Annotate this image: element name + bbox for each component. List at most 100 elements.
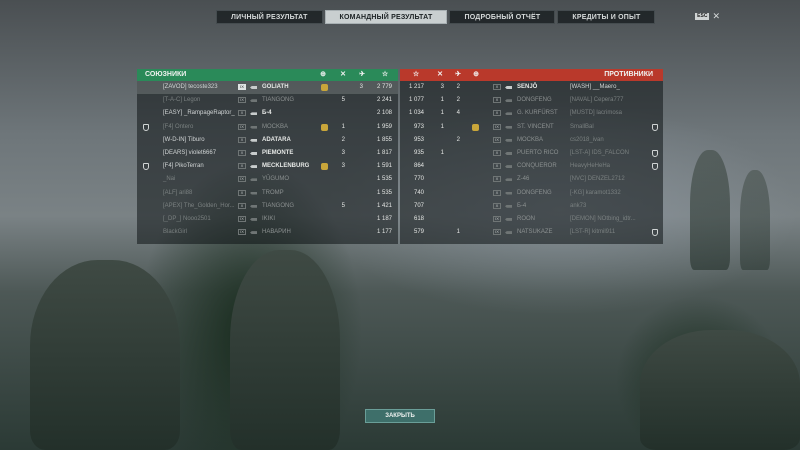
ship-name: MOCKBA	[517, 136, 544, 143]
ally-player-row[interactable]: [ZAVOD] tecoste323 IX GOLIATH 3 2 779	[137, 81, 398, 95]
ships-destroyed: 1	[440, 97, 444, 104]
tier-badge: X	[493, 110, 501, 117]
ship-class-icon	[250, 151, 260, 156]
close-button[interactable]: ЗАКРЫТЬ	[365, 409, 435, 423]
player-name: [NVC] DENZEL2712	[570, 176, 625, 183]
tab-detailed-report[interactable]: ПОДРОБНЫЙ ОТЧЁТ	[449, 10, 556, 24]
ship-class-icon	[250, 177, 260, 182]
close-icon[interactable]: ✕	[712, 12, 720, 21]
enemy-player-row[interactable]: 1 217 3 2 X SENJŌ [WASH] __Maero_	[400, 81, 663, 94]
ally-player-row[interactable]: [APEX] The_Golden_Hor... X TIANGONG 5 1 421	[137, 200, 398, 213]
planes-destroyed-column-icon: ✈	[359, 71, 365, 78]
ships-destroyed: 1	[440, 110, 444, 117]
ally-player-row[interactable]: _Nai IX YŪGUMO 1 535	[137, 173, 398, 186]
enemy-player-row[interactable]: 953 2 IX MOCKBA cs2018_ivan	[400, 134, 663, 147]
base-experience: 1 217	[408, 84, 424, 90]
background-rock	[30, 260, 180, 450]
ships-destroyed-column-icon: ✕	[437, 71, 443, 78]
base-experience: 1 959	[376, 123, 392, 130]
tier-badge: X	[238, 149, 246, 156]
base-experience: 770	[413, 176, 424, 183]
tier-badge: X	[238, 136, 246, 143]
ally-player-row[interactable]: [W-D-IN] Tiburo X ADATARA 2 1 855	[137, 134, 398, 147]
player-name: [LST-R] kitmil911	[570, 229, 616, 236]
ship-name: ROON	[517, 215, 535, 222]
ship-name: G. KURFÜRST	[517, 110, 558, 117]
ship-class-icon	[250, 111, 260, 116]
ship-class-icon	[505, 138, 515, 143]
enemy-player-row[interactable]: 579 1 IX NATSUKAZE [LST-R] kitmil911	[400, 226, 663, 239]
ship-class-icon	[505, 177, 515, 182]
ally-player-row[interactable]: [DEARS] violet6667 X PIEMONTE 3 1 817	[137, 147, 398, 160]
player-name: [LST-A] IDS_FALCON	[570, 149, 630, 156]
ship-class-icon	[505, 98, 515, 103]
ship-name: ADATARA	[262, 136, 291, 143]
enemy-player-row[interactable]: 707 X Б-4 ank73	[400, 200, 663, 213]
tab-credits-and-xp[interactable]: КРЕДИТЫ И ОПЫТ	[557, 10, 656, 24]
enemy-player-row[interactable]: 740 X DONGFENG [-KG] karamot1332	[400, 187, 663, 200]
base-experience: 1 077	[408, 97, 424, 104]
tier-badge: IX	[493, 215, 501, 222]
ship-name: TIANGONG	[262, 202, 295, 209]
tab-personal-result[interactable]: ЛИЧНЫЙ РЕЗУЛЬТАТ	[216, 10, 323, 24]
base-experience: 1 421	[376, 202, 392, 209]
tier-badge: X	[238, 110, 246, 117]
tab-team-result[interactable]: КОМАНДНЫЙ РЕЗУЛЬТАТ	[324, 10, 448, 24]
division-icon	[652, 163, 658, 171]
ships-destroyed: 1	[341, 123, 345, 130]
enemy-player-row[interactable]: 1 034 1 4 X G. KURFÜRST [MUSTD] lacrimosa	[400, 107, 663, 120]
division-icon	[143, 123, 149, 131]
enemy-player-row[interactable]: 618 IX ROON [DEMON] NOtbing_idtr...	[400, 213, 663, 226]
player-name: [APEX] The_Golden_Hor...	[163, 202, 235, 209]
ship-class-icon	[505, 85, 515, 90]
enemies-panel: ☆ ✕ ✈ ⊕ ПРОТИВНИКИ 1 217 3 2 X SENJŌ [WASH] _…	[400, 69, 663, 244]
tier-badge: X	[493, 202, 501, 209]
enemy-player-row[interactable]: 864 X CONQUEROR HeavyHeHeHa	[400, 160, 663, 173]
ship-class-icon	[250, 98, 260, 103]
tier-badge: IX	[238, 215, 246, 222]
ship-name: SENJŌ	[517, 84, 538, 90]
ally-player-row[interactable]: [EASY] _RampageRaptor_ X Б-4 2 108	[137, 107, 398, 120]
ship-class-icon	[250, 138, 260, 143]
ship-name: DONGFENG	[517, 189, 552, 196]
ally-player-row[interactable]: [F4] PikoTerran X MECKLENBURG 3 1 591	[137, 160, 398, 173]
esc-key-badge: ESC	[695, 13, 710, 20]
planes-destroyed: 4	[456, 110, 460, 117]
planes-destroyed: 3	[359, 84, 363, 90]
enemy-player-row[interactable]: 935 1 X PUERTO RICO [LST-A] IDS_FALCON	[400, 147, 663, 160]
base-experience: 2 241	[376, 97, 392, 104]
player-name: SmallBal	[570, 123, 594, 130]
ship-class-icon	[250, 85, 260, 90]
player-name: [DEARS] violet6667	[163, 149, 217, 156]
enemy-player-row[interactable]: 770 X Z-46 [NVC] DENZEL2712	[400, 173, 663, 186]
player-name: [T-A-C] Legon	[163, 97, 201, 104]
tier-badge: IX	[493, 229, 501, 236]
background-rock	[230, 250, 340, 450]
ship-class-icon	[505, 204, 515, 209]
player-name: [ALF] ari88	[163, 189, 193, 196]
base-experience: 953	[413, 136, 424, 143]
ally-player-row[interactable]: [T-A-C] Legon IX TIANGONG 5 2 241	[137, 94, 398, 107]
ship-class-icon	[250, 191, 260, 196]
player-name: [-KG] karamot1332	[570, 189, 621, 196]
ally-player-row[interactable]: [ALF] ari88 X TROMP 1 535	[137, 187, 398, 200]
medal-icon	[321, 123, 328, 131]
allies-header: СОЮЗНИКИ ⊕ ✕ ✈ ☆	[137, 69, 398, 81]
enemies-list: 1 217 3 2 X SENJŌ [WASH] __Maero_ 1 077 1 2 X DONG…	[400, 81, 663, 239]
ship-name: Z-46	[517, 176, 530, 183]
ship-class-icon	[505, 191, 515, 196]
enemy-player-row[interactable]: 1 077 1 2 X DONGFENG [NAVAL] Cepera777	[400, 94, 663, 107]
esc-close[interactable]: ESC ✕	[695, 12, 720, 21]
ally-player-row[interactable]: [F4] Ontero IX MOCKBA 1 1 959	[137, 121, 398, 134]
ally-player-row[interactable]: [_DP_] Nooo2501 IX IKIKI 1 187	[137, 213, 398, 226]
enemy-player-row[interactable]: 973 1 IX ST. VINCENT SmallBal	[400, 121, 663, 134]
ally-player-row[interactable]: BlackGirl IX НАВАРИН 1 177	[137, 226, 398, 239]
player-name: BlackGirl	[163, 229, 188, 236]
tier-badge: X	[493, 189, 501, 196]
player-name: _Nai	[163, 176, 176, 183]
tier-badge: X	[238, 202, 246, 209]
tier-badge: IX	[493, 136, 501, 143]
player-name: cs2018_ivan	[570, 136, 604, 143]
base-experience: 1 177	[376, 229, 392, 236]
base-experience: 1 535	[376, 176, 392, 183]
